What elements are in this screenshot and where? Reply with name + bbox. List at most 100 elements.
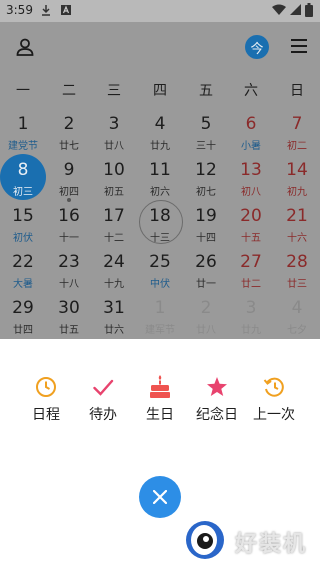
lunar-label: 十九: [104, 279, 124, 290]
profile-icon[interactable]: [16, 38, 34, 56]
lunar-label: 廿三: [287, 279, 307, 290]
weekday-label: 四: [153, 83, 167, 99]
lunar-label: 初三: [13, 187, 33, 198]
lunar-label: 廿四: [13, 325, 33, 336]
status-bar: 3:59: [0, 0, 320, 22]
calendar-day[interactable]: 27 廿二: [228, 246, 274, 296]
lunar-label: 初八: [241, 187, 261, 198]
day-number: 20: [240, 206, 262, 226]
calendar-day[interactable]: 28 廿三: [274, 246, 320, 296]
day-number: 15: [12, 206, 34, 226]
day-number: 6: [245, 114, 257, 134]
today-button[interactable]: 今: [245, 35, 269, 59]
calendar-day[interactable]: 1 建党节: [0, 108, 46, 158]
weekday-label: 三: [107, 83, 121, 99]
calendar-day[interactable]: 25 中伏: [137, 246, 183, 296]
signal-icon: [290, 4, 301, 15]
day-number: 23: [58, 252, 80, 272]
day-number: 19: [195, 206, 217, 226]
day-number: 25: [149, 252, 171, 272]
day-number: 28: [286, 252, 308, 272]
lunar-label: 初伏: [13, 233, 33, 244]
day-number: 26: [195, 252, 217, 272]
lunar-label: 十三: [150, 233, 170, 244]
calendar-day[interactable]: 12 初七: [183, 154, 229, 204]
day-number: 4: [291, 298, 303, 318]
download-icon: [42, 5, 50, 16]
lunar-label: 廿九: [150, 141, 170, 152]
calendar-day[interactable]: 20 十五: [228, 200, 274, 250]
day-number: 16: [58, 206, 80, 226]
lunar-label: 十六: [287, 233, 307, 244]
menu-icon[interactable]: [291, 39, 307, 53]
calendar-day[interactable]: 21 十六: [274, 200, 320, 250]
calendar-day[interactable]: 15 初伏: [0, 200, 46, 250]
watermark-text: 好装机: [235, 532, 308, 557]
calendar-day[interactable]: 3 廿八: [91, 108, 137, 158]
lunar-label: 小暑: [241, 141, 261, 152]
calendar-day[interactable]: 4 七夕: [274, 292, 320, 339]
calendar-day[interactable]: 2 廿七: [46, 108, 92, 158]
calendar-day[interactable]: 3 廿九: [228, 292, 274, 339]
lunar-label: 十二: [104, 233, 124, 244]
calendar-day[interactable]: 18 十三: [137, 200, 183, 250]
lunar-label: 初二: [287, 141, 307, 152]
lunar-label: 廿八: [196, 325, 216, 336]
day-number: 1: [154, 298, 166, 318]
action-schedule[interactable]: 日程: [20, 374, 72, 424]
calendar-day[interactable]: 11 初六: [137, 154, 183, 204]
battery-icon: [305, 3, 313, 17]
calendar-day[interactable]: 2 廿八: [183, 292, 229, 339]
day-number: 9: [63, 160, 75, 180]
lunar-label: 廿一: [196, 279, 216, 290]
watermark: 好装机: [183, 514, 313, 562]
calendar-day[interactable]: 24 十九: [91, 246, 137, 296]
calendar-day[interactable]: 8 初三: [0, 154, 46, 204]
calendar-grid: 1 建党节 2 廿七 3 廿八 4 廿九 5 三十 6 小暑 7 初二 8 初三 9 初四 10 初五 11 初六 12 初七…: [0, 106, 320, 339]
checkmark-icon: [93, 379, 114, 396]
day-number: 7: [291, 114, 303, 134]
app-bar: 今: [0, 22, 320, 72]
calendar-day[interactable]: 29 廿四: [0, 292, 46, 339]
calendar-day[interactable]: 5 三十: [183, 108, 229, 158]
lunar-label: 十八: [59, 279, 79, 290]
calendar-day[interactable]: 10 初五: [91, 154, 137, 204]
calendar-day[interactable]: 26 廿一: [183, 246, 229, 296]
weekday-label: 日: [290, 83, 304, 99]
action-label: 上一次: [253, 407, 295, 423]
calendar-day[interactable]: 30 廿五: [46, 292, 92, 339]
day-number: 5: [200, 114, 212, 134]
wifi-icon: [272, 4, 286, 15]
calendar-day[interactable]: 31 廿六: [91, 292, 137, 339]
day-number: 12: [195, 160, 217, 180]
calendar-day[interactable]: 1 建军节: [137, 292, 183, 339]
day-number: 2: [63, 114, 75, 134]
calendar-day[interactable]: 6 小暑: [228, 108, 274, 158]
star-icon: [207, 377, 227, 396]
weekday-label: 五: [199, 83, 213, 99]
calendar-day[interactable]: 4 廿九: [137, 108, 183, 158]
calendar-day[interactable]: 17 十二: [91, 200, 137, 250]
action-label: 生日: [146, 407, 174, 423]
calendar-day[interactable]: 7 初二: [274, 108, 320, 158]
day-number: 24: [103, 252, 125, 272]
lunar-label: 廿六: [104, 325, 124, 336]
lunar-label: 廿九: [241, 325, 261, 336]
lunar-label: 十四: [196, 233, 216, 244]
calendar-day[interactable]: 16 十一: [46, 200, 92, 250]
calendar-day[interactable]: 14 初九: [274, 154, 320, 204]
calendar-day[interactable]: 19 十四: [183, 200, 229, 250]
lunar-label: 初五: [104, 187, 124, 198]
calendar-day[interactable]: 9 初四: [46, 154, 92, 204]
action-anniversary[interactable]: 纪念日: [191, 374, 243, 424]
action-todo[interactable]: 待办: [77, 374, 129, 424]
notification-a-icon: [61, 5, 71, 15]
calendar-day[interactable]: 13 初八: [228, 154, 274, 204]
calendar-day[interactable]: 22 大暑: [0, 246, 46, 296]
calendar-day[interactable]: 23 十八: [46, 246, 92, 296]
action-last-time[interactable]: 上一次: [248, 374, 300, 424]
lunar-label: 初六: [150, 187, 170, 198]
close-button[interactable]: [139, 476, 181, 518]
lunar-label: 初四: [59, 187, 79, 198]
action-birthday[interactable]: 生日: [134, 374, 186, 424]
